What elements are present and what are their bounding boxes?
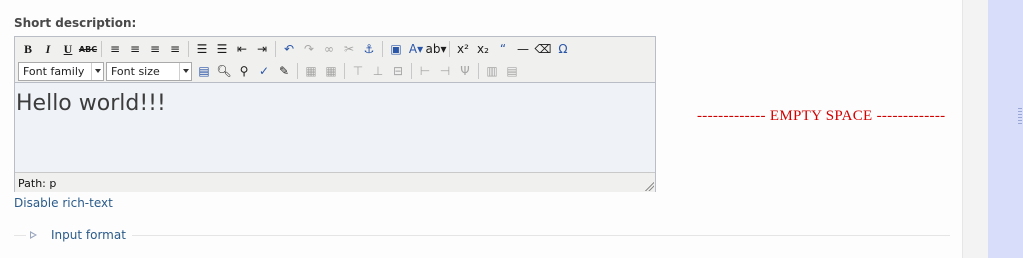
font-family-select[interactable]: Font family [18,61,104,81]
rich-text-editor: B I U ABC ≡ ≡ ≡ ≡ ☰ ☰ ⇤ ⇥ ↶ ↷ ∞ ✂ ⚓ ▣ A▾ ab▾ x² x₂ “— ⌫ Ω Font f… [14,36,656,192]
page-margin [962,0,989,258]
toolbar-separator [449,41,450,57]
redo-icon[interactable]: ↷ [299,39,319,59]
align-left-icon[interactable]: ≡ [105,39,125,59]
toolbar-separator [344,63,345,79]
toolbar-separator [382,41,383,57]
disable-rich-text-link[interactable]: Disable rich-text [14,196,113,210]
anchor-icon[interactable]: ⚓ [359,39,379,59]
fieldset-divider [14,235,950,236]
insert-col-after-icon[interactable]: ⊣ [435,61,455,81]
scrollbar-grip-icon[interactable] [1018,108,1022,126]
table-cell-props-icon[interactable]: ▦ [321,61,341,81]
find-replace-icon[interactable]: ⚲ [234,61,254,81]
input-format-link[interactable]: Input format [51,228,126,242]
find-icon[interactable]: 🔍︎ [214,61,234,81]
chevron-down-icon[interactable] [179,62,191,80]
toolbar-separator [478,63,479,79]
insert-row-after-icon[interactable]: ⊥ [368,61,388,81]
font-size-value: Font size [111,64,160,78]
remove-format-icon[interactable]: ⌫ [533,39,553,59]
empty-space-annotation: ------------- EMPTY SPACE ------------- [697,108,946,124]
table-row-props-icon[interactable]: ▦ [301,61,321,81]
underline-button[interactable]: U [58,39,78,59]
undo-icon[interactable]: ↶ [279,39,299,59]
resize-handle-icon[interactable] [644,181,654,191]
editor-statusbar: Path: p [15,172,655,192]
split-cells-icon[interactable]: ▥ [482,61,502,81]
link-icon[interactable]: ∞ [319,39,339,59]
toolbar-row-2: Font family Font size ▤ 🔍︎ ⚲ ✓ ✎ ▦ ▦ ⊤ ⊥ ⊟ ⊢ ⊣ Ψ ▥ ▤ [18,61,522,81]
input-format-fieldset[interactable]: Input format [26,228,132,242]
align-right-icon[interactable]: ≡ [145,39,165,59]
blockquote-icon[interactable]: “ [493,39,513,59]
toolbar-separator [275,41,276,57]
collapse-triangle-icon[interactable] [30,231,37,239]
insert-row-before-icon[interactable]: ⊤ [348,61,368,81]
horizontal-rule-icon[interactable]: — [513,39,533,59]
toolbar-row-1: B I U ABC ≡ ≡ ≡ ≡ ☰ ☰ ⇤ ⇥ ↶ ↷ ∞ ✂ ⚓ ▣ A▾ ab▾ x² x₂ “— ⌫ Ω [18,39,573,59]
text-color-icon[interactable]: A▾ [406,39,426,59]
chevron-down-icon[interactable] [91,62,103,80]
align-center-icon[interactable]: ≡ [125,39,145,59]
strikethrough-button[interactable]: ABC [78,39,98,59]
merge-cells-icon[interactable]: ▤ [502,61,522,81]
indent-icon[interactable]: ⇥ [252,39,272,59]
editor-content-area[interactable]: Hello world!!! [15,82,655,173]
toolbar-separator [101,41,102,57]
delete-row-icon[interactable]: ⊟ [388,61,408,81]
superscript-icon[interactable]: x² [453,39,473,59]
outdent-icon[interactable]: ⇤ [232,39,252,59]
toolbar-separator [188,41,189,57]
subscript-icon[interactable]: x₂ [473,39,493,59]
bold-button[interactable]: B [18,39,38,59]
bullet-list-icon[interactable]: ☰ [192,39,212,59]
toolbar-separator [411,63,412,79]
special-char-icon[interactable]: Ω [553,39,573,59]
paste-word-icon[interactable]: ▤ [194,61,214,81]
spellcheck-icon[interactable]: ✓ [254,61,274,81]
unlink-icon[interactable]: ✂ [339,39,359,59]
insert-col-before-icon[interactable]: ⊢ [415,61,435,81]
toolbar-separator [297,63,298,79]
vertical-scrollbar[interactable] [988,0,1023,258]
short-description-label: Short description: [14,16,137,30]
font-size-select[interactable]: Font size [106,61,192,81]
italic-button[interactable]: I [38,39,58,59]
delete-col-icon[interactable]: Ψ [455,61,475,81]
align-justify-icon[interactable]: ≡ [165,39,185,59]
element-path: Path: p [18,177,57,190]
edit-css-icon[interactable]: ✎ [274,61,294,81]
highlight-color-icon[interactable]: ab▾ [426,39,447,59]
editor-text[interactable]: Hello world!!! [16,91,166,116]
numbered-list-icon[interactable]: ☰ [212,39,232,59]
image-icon[interactable]: ▣ [386,39,406,59]
font-family-value: Font family [23,64,85,78]
